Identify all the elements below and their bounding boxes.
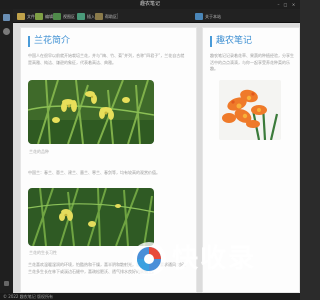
toolbar: 文件 编辑 视图区 插入 帮助区 关于本站 [13,9,300,23]
window-title: 趣农笔记 [139,1,160,7]
intro-paragraph: 中国人在很早以前就开始栽培兰花，并与“梅、竹、菊”并列，合称“四君子”，兰花自古… [28,53,185,65]
view-icon [53,12,61,20]
status-text: © 2022 趣农笔记 版权所有 [3,294,53,299]
varieties-paragraph: 中国兰：春兰、蕙兰、建兰、墨兰、寒兰、春剑等，均有较高的观赏价值。 [28,170,160,175]
toolbar-help-button[interactable]: 帮助区 [95,12,117,20]
orchid-photo [28,80,154,144]
toolbar-view-label: 视图区 [63,13,75,19]
habit-caption: 兰花的生长习性 [29,250,57,255]
toolbar-edit-label: 编辑 [45,13,53,19]
toolbar-insert-label: 插入 [87,13,95,19]
help-icon [95,12,103,20]
notes-icon[interactable] [3,14,10,21]
settings-icon[interactable] [4,281,9,286]
toolbar-help-label: 帮助区 [105,13,117,19]
watermark-text: 快收录 [172,244,257,274]
main-content: 兰花简介 中国人在很早以前就开始栽培兰花，并与“梅、竹、菊”并列，合称“四君子”… [13,23,300,293]
watermark: 快收录 [132,242,292,278]
clivia-photo [219,80,281,140]
info-icon [195,12,203,20]
toolbar-about-button[interactable]: 关于本站 [195,12,221,20]
edit-icon [35,12,43,20]
orchid-caption: 兰花的品种 [29,149,49,154]
title-bar: 趣农笔记 – □ × [0,0,300,9]
toolbar-file-button[interactable]: 文件 [17,12,35,20]
toolbar-view-button[interactable]: 视图区 [53,12,75,20]
toolbar-insert-button[interactable]: 插入 [77,12,95,20]
status-bar: © 2022 趣农笔记 版权所有 [0,293,300,300]
intro-paragraph: 趣农笔记记录着花草、果蔬的种植经验，分享生活中的点点滴滴，与你一起享受养花种菜的… [210,53,294,71]
toolbar-file-label: 文件 [27,13,35,19]
toolbar-about-label: 关于本站 [205,13,221,19]
close-icon[interactable]: × [291,2,296,7]
page-title: 趣农笔记 [210,36,252,47]
toolbar-divider [117,13,118,19]
minimize-icon[interactable]: – [276,2,281,7]
user-icon[interactable] [3,28,10,35]
sidebar [0,9,13,293]
orchid-field-photo [28,188,154,246]
watermark-logo-icon [132,242,166,276]
maximize-icon[interactable]: □ [283,2,288,7]
page-title: 兰花简介 [28,36,70,47]
insert-icon [77,12,85,20]
toolbar-edit-button[interactable]: 编辑 [35,12,53,20]
folder-icon [17,12,25,20]
